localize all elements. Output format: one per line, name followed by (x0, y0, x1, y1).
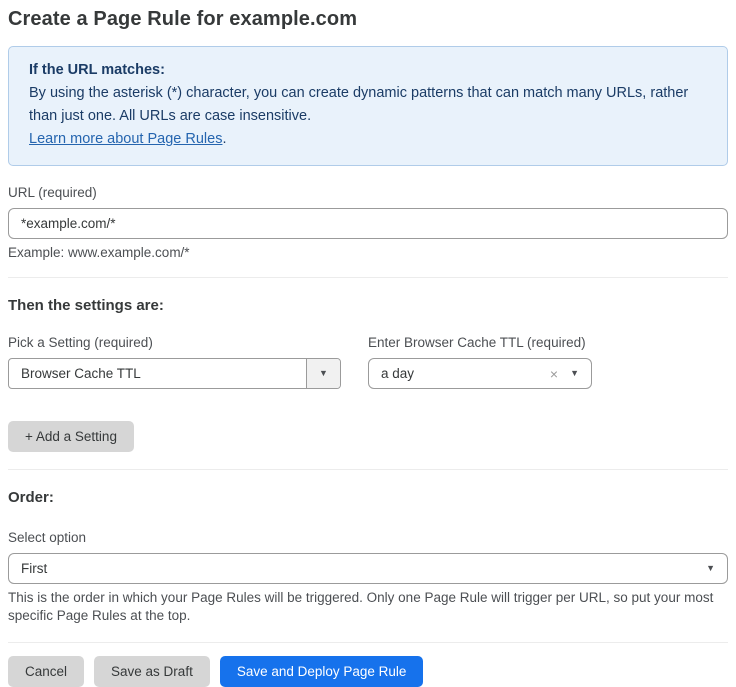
setting-picker-select[interactable]: Browser Cache TTL ▼ (8, 358, 341, 389)
url-hint: Example: www.example.com/* (8, 245, 728, 260)
url-match-info-box: If the URL matches: By using the asteris… (8, 46, 728, 166)
save-and-deploy-button[interactable]: Save and Deploy Page Rule (220, 656, 424, 687)
url-input[interactable] (8, 208, 728, 239)
setting-picker-label: Pick a Setting (required) (8, 335, 341, 350)
ttl-picker-column: Enter Browser Cache TTL (required) a day… (368, 335, 592, 389)
info-box-link-line: Learn more about Page Rules. (29, 128, 707, 151)
order-select[interactable]: First ▼ (8, 553, 728, 584)
chevron-down-icon: ▼ (319, 369, 328, 378)
ttl-picker-label: Enter Browser Cache TTL (required) (368, 335, 592, 350)
save-as-draft-button[interactable]: Save as Draft (94, 656, 210, 687)
setting-picker-value: Browser Cache TTL (9, 366, 306, 381)
page-title: Create a Page Rule for example.com (8, 8, 728, 31)
setting-picker-column: Pick a Setting (required) Browser Cache … (8, 335, 341, 389)
chevron-down-icon: ▼ (706, 564, 715, 573)
footer-actions: Cancel Save as Draft Save and Deploy Pag… (8, 656, 728, 687)
link-suffix: . (222, 131, 226, 147)
ttl-picker-value: a day (369, 366, 550, 381)
info-box-body: By using the asterisk (*) character, you… (29, 82, 707, 128)
order-hint: This is the order in which your Page Rul… (8, 589, 728, 625)
ttl-picker-select[interactable]: a day × ▼ (368, 358, 592, 389)
info-box-heading: If the URL matches: (29, 59, 707, 82)
settings-heading: Then the settings are: (8, 297, 728, 314)
chevron-down-icon: ▼ (570, 369, 579, 378)
order-select-label: Select option (8, 530, 728, 545)
info-box-body-text: By using the asterisk (*) character, you… (29, 85, 688, 124)
settings-row: Pick a Setting (required) Browser Cache … (8, 335, 728, 389)
setting-picker-arrow-cell[interactable]: ▼ (306, 359, 340, 388)
divider (8, 277, 728, 278)
order-select-value: First (9, 561, 706, 576)
url-label: URL (required) (8, 185, 728, 200)
add-setting-button[interactable]: + Add a Setting (8, 421, 134, 452)
order-heading: Order: (8, 489, 728, 506)
clear-icon[interactable]: × (550, 367, 558, 381)
divider (8, 642, 728, 643)
divider (8, 469, 728, 470)
page-rule-form: Create a Page Rule for example.com If th… (0, 0, 736, 687)
cancel-button[interactable]: Cancel (8, 656, 84, 687)
learn-more-link[interactable]: Learn more about Page Rules (29, 131, 222, 147)
